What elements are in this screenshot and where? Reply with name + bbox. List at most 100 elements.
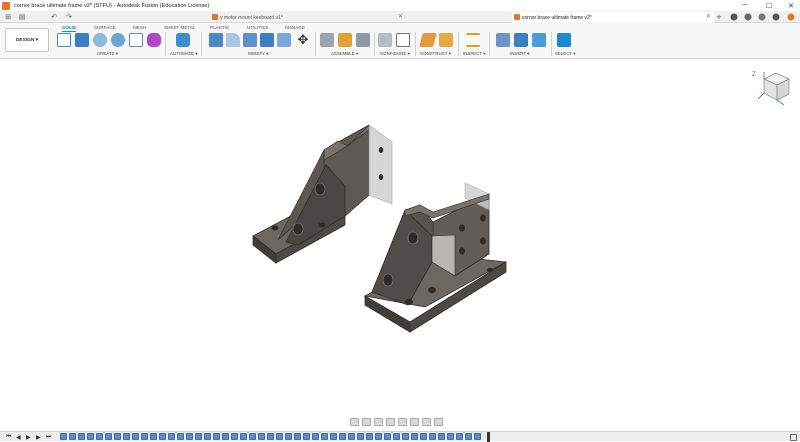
create-sketch-icon[interactable]: [57, 33, 71, 47]
maximize-button[interactable]: ☐: [758, 0, 780, 11]
chamfer-icon[interactable]: [243, 33, 257, 47]
timeline-back-icon[interactable]: ◀: [16, 434, 21, 441]
construct-menu[interactable]: CONSTRUCT ▾: [420, 51, 451, 57]
new-tab-icon[interactable]: +: [714, 12, 724, 22]
table-icon[interactable]: [396, 33, 410, 47]
timeline-feature[interactable]: [69, 433, 76, 440]
close-tab-icon[interactable]: ✕: [398, 13, 403, 20]
revolve-icon[interactable]: [93, 33, 107, 47]
timeline-feature[interactable]: [78, 433, 85, 440]
display-settings-icon[interactable]: [410, 418, 419, 426]
press-pull-icon[interactable]: [209, 33, 223, 47]
timeline-feature[interactable]: [366, 433, 373, 440]
timeline-feature[interactable]: [456, 433, 463, 440]
timeline-feature[interactable]: [96, 433, 103, 440]
timeline-feature[interactable]: [177, 433, 184, 440]
timeline-feature[interactable]: [240, 433, 247, 440]
zoom-icon[interactable]: [386, 418, 395, 426]
inspect-menu[interactable]: INSPECT ▾: [463, 51, 485, 57]
undo-icon[interactable]: ↶: [49, 12, 59, 22]
corner-bracket-left[interactable]: [252, 124, 393, 264]
timeline-feature[interactable]: [429, 433, 436, 440]
grid-menu-icon[interactable]: ⊞: [3, 12, 13, 22]
timeline-feature[interactable]: [402, 433, 409, 440]
timeline-feature[interactable]: [213, 433, 220, 440]
timeline-feature[interactable]: [114, 433, 121, 440]
configure-icon[interactable]: [378, 33, 392, 47]
shell-icon[interactable]: [260, 33, 274, 47]
insert-mcmaster-icon[interactable]: [514, 33, 528, 47]
tab-sheet-metal[interactable]: SHEET METAL: [164, 25, 195, 30]
tab-cornor-brace[interactable]: cornor brace ultimate frame v2* ✕: [512, 12, 714, 23]
timeline-forward-icon[interactable]: ▶: [36, 434, 41, 441]
redo-icon[interactable]: ↷: [64, 12, 74, 22]
timeline-feature[interactable]: [348, 433, 355, 440]
grid-settings-icon[interactable]: [422, 418, 431, 426]
select-menu[interactable]: SELECT ▾: [555, 51, 575, 57]
viewports-icon[interactable]: [434, 418, 443, 426]
extrude-icon[interactable]: [75, 33, 89, 47]
timeline-play-icon[interactable]: ▶: [26, 434, 31, 441]
timeline-feature[interactable]: [141, 433, 148, 440]
timeline-feature[interactable]: [312, 433, 319, 440]
insert-canvas-icon[interactable]: [532, 33, 546, 47]
workspace-switcher-button[interactable]: DESIGN ▾: [5, 28, 49, 52]
minimize-button[interactable]: ─: [734, 0, 756, 11]
timeline-feature[interactable]: [303, 433, 310, 440]
insert-derive-icon[interactable]: [496, 33, 510, 47]
configure-menu[interactable]: CONFIGURE ▾: [380, 51, 410, 57]
timeline-feature[interactable]: [186, 433, 193, 440]
timeline-feature[interactable]: [357, 433, 364, 440]
timeline-feature[interactable]: [276, 433, 283, 440]
tab-plastic[interactable]: PLASTIC: [210, 25, 229, 30]
timeline-feature[interactable]: [222, 433, 229, 440]
midplane-icon[interactable]: [439, 33, 453, 47]
timeline-feature[interactable]: [384, 433, 391, 440]
close-window-button[interactable]: ✕: [780, 0, 800, 11]
tab-manage[interactable]: MANAGE: [285, 25, 305, 30]
fillet-icon[interactable]: [226, 33, 240, 47]
pan-icon[interactable]: [374, 418, 383, 426]
timeline-feature[interactable]: [60, 433, 67, 440]
viewcube[interactable]: Z: [752, 69, 794, 114]
look-at-icon[interactable]: [362, 418, 371, 426]
tab-y-motor-mount[interactable]: y motor mount keeboard v1* ✕: [210, 12, 406, 23]
viewcube-graphic[interactable]: Z: [752, 69, 794, 109]
fit-icon[interactable]: [398, 418, 407, 426]
timeline-feature[interactable]: [195, 433, 202, 440]
combine-icon[interactable]: [277, 33, 291, 47]
hole-icon[interactable]: [111, 33, 125, 47]
select-icon[interactable]: [557, 33, 571, 47]
timeline-feature[interactable]: [204, 433, 211, 440]
timeline-feature[interactable]: [465, 433, 472, 440]
timeline-feature[interactable]: [411, 433, 418, 440]
tab-mesh[interactable]: MESH: [133, 25, 146, 30]
automate-menu[interactable]: AUTOMATE ▾: [170, 51, 197, 57]
timeline-feature[interactable]: [474, 433, 481, 440]
close-tab-icon[interactable]: ✕: [706, 13, 711, 20]
measure-icon[interactable]: [466, 33, 480, 47]
tab-solid[interactable]: SOLID: [62, 25, 76, 30]
timeline-feature[interactable]: [159, 433, 166, 440]
timeline-feature[interactable]: [420, 433, 427, 440]
timeline-track[interactable]: [60, 433, 488, 441]
timeline-feature[interactable]: [132, 433, 139, 440]
as-built-joint-icon[interactable]: [356, 33, 370, 47]
timeline-feature[interactable]: [393, 433, 400, 440]
3d-viewport[interactable]: [0, 59, 800, 431]
timeline-feature[interactable]: [294, 433, 301, 440]
move-copy-icon[interactable]: ✥: [296, 33, 310, 47]
automate-icon[interactable]: [176, 33, 190, 47]
timeline-start-icon[interactable]: ⏮: [6, 434, 11, 441]
timeline-feature[interactable]: [267, 433, 274, 440]
model-view[interactable]: [0, 59, 800, 431]
timeline-feature[interactable]: [321, 433, 328, 440]
timeline-feature[interactable]: [339, 433, 346, 440]
timeline-feature[interactable]: [249, 433, 256, 440]
timeline-feature[interactable]: [330, 433, 337, 440]
new-component-icon[interactable]: [320, 33, 334, 47]
timeline-feature[interactable]: [87, 433, 94, 440]
timeline-end-icon[interactable]: ⏭: [46, 434, 51, 441]
assemble-menu[interactable]: ASSEMBLE ▾: [331, 51, 358, 57]
pattern-icon[interactable]: [129, 33, 143, 47]
